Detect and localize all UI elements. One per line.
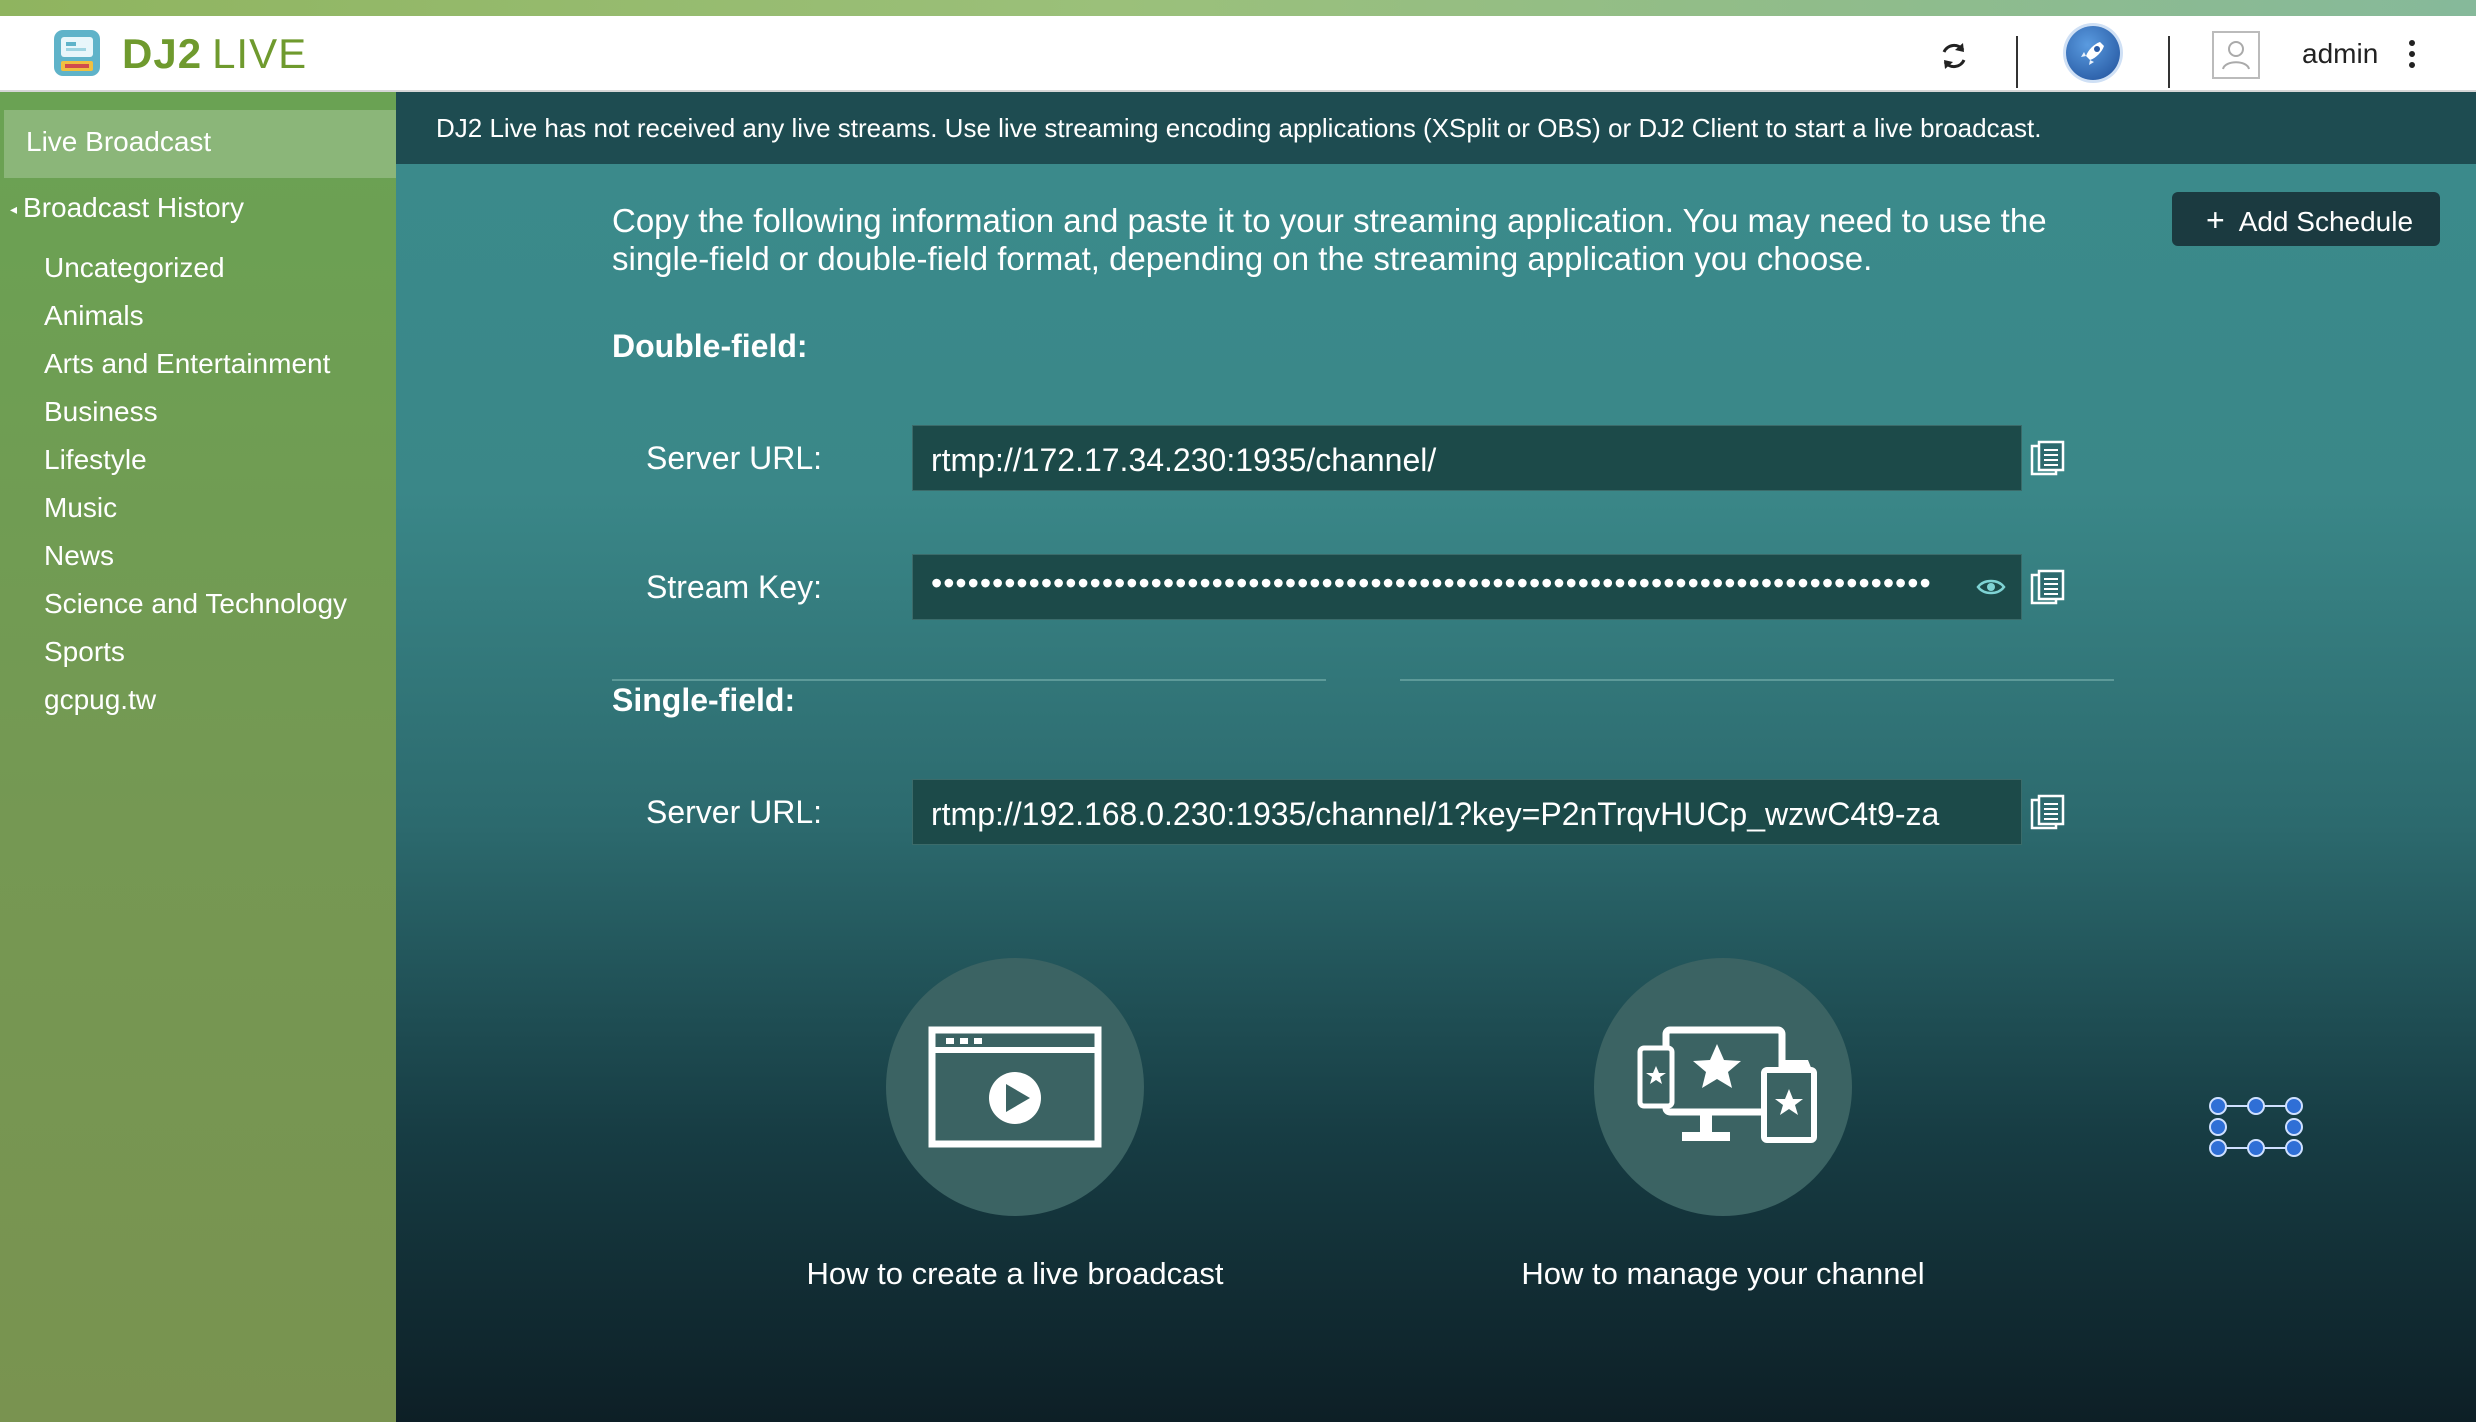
intro-text: Copy the following information and paste… bbox=[612, 202, 2047, 277]
channel-devices-icon bbox=[1637, 1026, 1817, 1143]
stream-key-label: Stream Key: bbox=[646, 569, 823, 605]
manage-channel-help-button[interactable] bbox=[1594, 958, 1852, 1216]
more-vertical-icon[interactable] bbox=[2402, 36, 2422, 76]
sidebar-item-science-technology[interactable]: Science and Technology bbox=[44, 580, 347, 628]
copy-stream-key-icon[interactable] bbox=[2030, 569, 2066, 607]
section-divider bbox=[612, 679, 1326, 681]
copy-server-url-icon[interactable] bbox=[2030, 440, 2066, 478]
create-broadcast-help-label[interactable]: How to create a live broadcast bbox=[755, 1256, 1275, 1292]
brand-bold: DJ2 bbox=[122, 30, 203, 77]
sidebar-item-music[interactable]: Music bbox=[44, 484, 347, 532]
sidebar-item-animals[interactable]: Animals bbox=[44, 292, 347, 340]
sidebar-item-live-broadcast[interactable]: Live Broadcast bbox=[4, 110, 396, 178]
network-nodes-icon[interactable] bbox=[2208, 1096, 2304, 1158]
double-field-title: Double-field: bbox=[612, 328, 808, 364]
header-separator bbox=[2016, 36, 2018, 88]
header-separator bbox=[2168, 36, 2170, 88]
collapse-triangle-icon[interactable]: ◂ bbox=[10, 201, 17, 218]
status-banner: DJ2 Live has not received any live strea… bbox=[396, 92, 2476, 164]
broadcast-history-label: Broadcast History bbox=[23, 192, 244, 223]
sidebar-item-news[interactable]: News bbox=[44, 532, 347, 580]
sidebar-item-business[interactable]: Business bbox=[44, 388, 347, 436]
sidebar-item-arts-entertainment[interactable]: Arts and Entertainment bbox=[44, 340, 347, 388]
create-broadcast-help-button[interactable] bbox=[886, 958, 1144, 1216]
main-content: DJ2 Live has not received any live strea… bbox=[396, 92, 2476, 1422]
single-server-url-label: Server URL: bbox=[646, 794, 823, 830]
sidebar: Live Broadcast ◂ Broadcast History Uncate… bbox=[0, 92, 396, 1422]
copy-single-url-icon[interactable] bbox=[2030, 794, 2066, 832]
app-header: DJ2 LIVE admin bbox=[0, 16, 2476, 92]
show-password-eye-icon[interactable] bbox=[1976, 577, 2006, 597]
double-server-url-field[interactable]: rtmp://172.17.34.230:1935/channel/ bbox=[912, 425, 2022, 491]
top-accent-bar bbox=[0, 0, 2476, 16]
username-label[interactable]: admin bbox=[2302, 38, 2378, 70]
refresh-icon[interactable] bbox=[1936, 38, 1972, 74]
user-avatar-icon[interactable] bbox=[2212, 31, 2260, 79]
double-server-url-label: Server URL: bbox=[646, 440, 823, 476]
brand-light: LIVE bbox=[212, 30, 308, 77]
manage-channel-help-label[interactable]: How to manage your channel bbox=[1463, 1256, 1983, 1292]
sidebar-item-lifestyle[interactable]: Lifestyle bbox=[44, 436, 347, 484]
single-server-url-field[interactable]: rtmp://192.168.0.230:1935/channel/1?key=… bbox=[912, 779, 2022, 845]
broadcast-history-list: Uncategorized Animals Arts and Entertain… bbox=[44, 244, 347, 724]
sidebar-item-uncategorized[interactable]: Uncategorized bbox=[44, 244, 347, 292]
stream-key-field[interactable]: ••••••••••••••••••••••••••••••••••••••••… bbox=[912, 554, 2022, 620]
section-divider bbox=[1400, 679, 2114, 681]
sidebar-item-broadcast-history[interactable]: ◂ Broadcast History bbox=[10, 192, 244, 224]
sidebar-item-sports[interactable]: Sports bbox=[44, 628, 347, 676]
add-schedule-button[interactable]: + Add Schedule bbox=[2172, 192, 2440, 246]
add-schedule-label: Add Schedule bbox=[2238, 206, 2414, 237]
plus-icon: + bbox=[2206, 202, 2225, 238]
sidebar-item-gcpug[interactable]: gcpug.tw bbox=[44, 676, 347, 724]
video-player-icon bbox=[928, 1026, 1102, 1148]
single-field-title: Single-field: bbox=[612, 682, 796, 718]
rocket-icon[interactable] bbox=[2066, 26, 2120, 80]
app-title: DJ2 LIVE bbox=[122, 30, 307, 78]
dj2-live-logo-icon bbox=[54, 30, 100, 76]
